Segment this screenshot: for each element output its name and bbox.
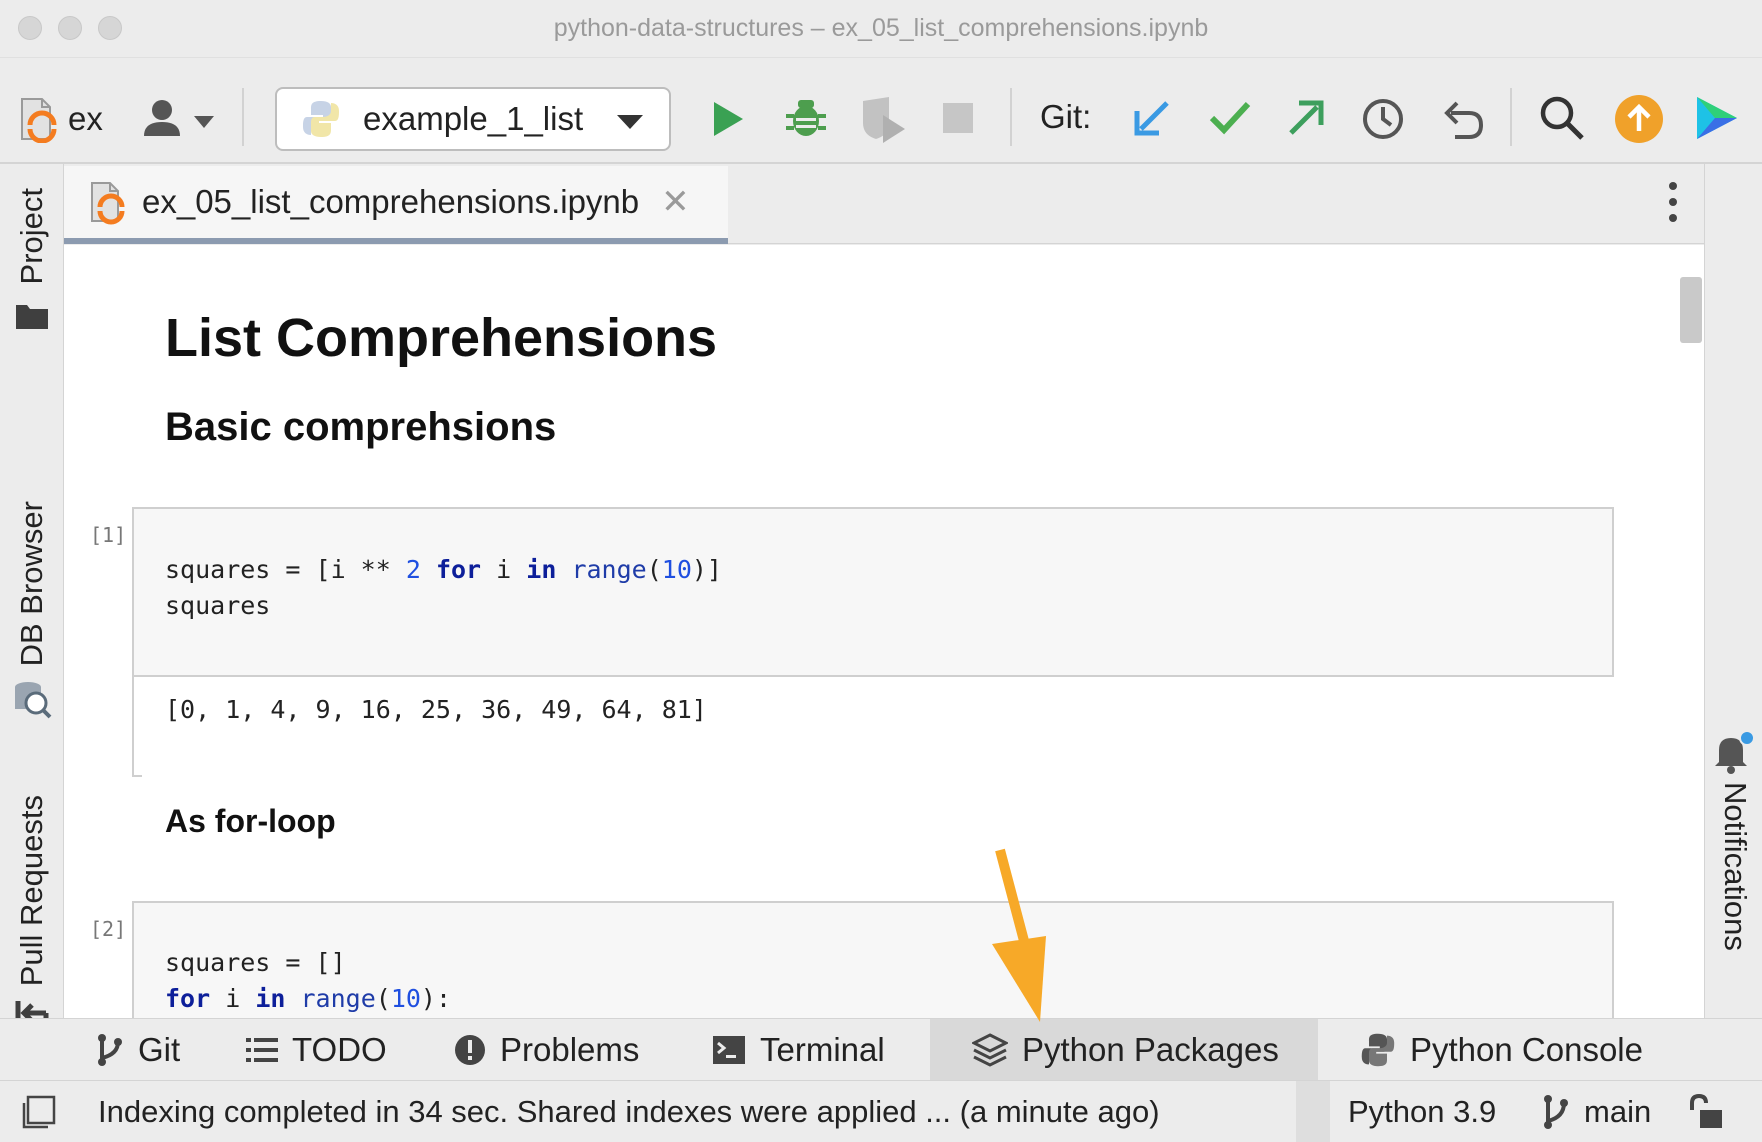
user-icon (144, 100, 214, 136)
git-commit-button[interactable] (1208, 98, 1252, 138)
code-cell-1-output: [0, 1, 4, 9, 16, 25, 36, 49, 64, 81] (165, 695, 707, 724)
stop-button[interactable] (942, 102, 974, 134)
editor-tab-label: ex_05_list_comprehensions.ipynb (142, 183, 640, 220)
window-title: python-data-structures – ex_05_list_comp… (553, 14, 1209, 42)
run-button[interactable] (706, 96, 750, 142)
vertical-scrollbar[interactable] (1680, 277, 1702, 343)
git-label: Git: (1040, 98, 1092, 135)
status-bar: Indexing completed in 34 sec. Shared ind… (0, 1080, 1762, 1142)
tool-window-python-console-label: Python Console (1410, 1031, 1643, 1068)
warning-circle-icon (455, 1035, 485, 1065)
notebook-file-icon (91, 182, 125, 225)
tool-window-git[interactable]: Git (96, 1019, 180, 1081)
tool-tab-pull-requests-label: Pull Requests (14, 795, 49, 987)
project-name: ex (68, 100, 103, 137)
undo-icon (1444, 101, 1484, 139)
markdown-heading-3: As for-loop (165, 803, 336, 839)
interpreter-selector[interactable]: Python 3.9 (1348, 1094, 1496, 1130)
arrow-down-left-icon (1134, 101, 1169, 136)
folder-icon (16, 305, 48, 330)
annotation-arrow-icon (992, 848, 1046, 1022)
project-selector[interactable]: ex (18, 94, 108, 144)
tool-windows-toggle-icon[interactable] (22, 1095, 56, 1129)
code-cell-2-source: squares = [] for i in range(10): (165, 948, 452, 1013)
editor-tab-notebook[interactable]: ex_05_list_comprehensions.ipynb ✕ (64, 166, 728, 244)
main-toolbar: ex example_1_list Git: (0, 58, 1762, 164)
markdown-heading-2: Basic comprehsions (165, 405, 557, 449)
run-configuration-selector[interactable]: example_1_list (275, 87, 671, 151)
cell-execution-count: [2] (90, 917, 127, 941)
tool-tab-notifications[interactable]: Notifications (1717, 782, 1753, 951)
stop-icon (943, 103, 973, 133)
chevron-down-icon (617, 115, 643, 129)
tool-window-problems-label: Problems (500, 1031, 640, 1068)
code-with-me-icon (1697, 97, 1737, 139)
python-console-icon (1361, 1033, 1395, 1067)
tool-window-terminal[interactable]: Terminal (712, 1019, 885, 1081)
coverage-icon (863, 97, 905, 143)
tool-window-problems[interactable]: Problems (454, 1019, 639, 1081)
search-icon (1540, 96, 1584, 140)
git-rollback-button[interactable] (1440, 96, 1486, 142)
git-branch-selector[interactable]: main (1542, 1093, 1651, 1131)
tool-tab-project-label: Project (14, 188, 49, 285)
debug-button[interactable] (782, 94, 830, 142)
tool-window-todo-label: TODO (292, 1031, 387, 1068)
python-icon (303, 101, 339, 137)
markdown-heading-1: List Comprehensions (165, 308, 718, 368)
ide-update-button[interactable] (1614, 94, 1664, 144)
git-branch-icon (1544, 1095, 1568, 1129)
tool-window-python-packages-label: Python Packages (1022, 1031, 1279, 1068)
title-bar: python-data-structures – ex_05_list_comp… (0, 0, 1762, 58)
search-everywhere-button[interactable] (1538, 94, 1586, 142)
notebook-editor[interactable]: List Comprehensions Basic comprehsions [… (64, 245, 1704, 1018)
tool-window-todo[interactable]: TODO (246, 1019, 387, 1081)
status-message[interactable]: Indexing completed in 34 sec. Shared ind… (98, 1094, 1160, 1130)
run-icon (714, 102, 743, 136)
cell-execution-count: [1] (90, 523, 127, 547)
notebook-file-icon (21, 98, 57, 143)
upload-arrow-icon (1615, 95, 1663, 143)
git-push-button[interactable] (1286, 96, 1326, 140)
clock-icon (1363, 99, 1403, 139)
list-icon (246, 1038, 278, 1062)
bell-icon[interactable] (1711, 730, 1755, 774)
git-branch-label: main (1584, 1094, 1652, 1129)
editor-tab-bar: ex_05_list_comprehensions.ipynb ✕ (64, 164, 1704, 244)
terminal-icon (713, 1036, 745, 1064)
git-history-button[interactable] (1360, 96, 1406, 142)
output-gutter (132, 675, 134, 777)
layers-icon (972, 1033, 1008, 1067)
right-tool-strip: Notifications (1704, 164, 1762, 1018)
run-with-coverage-button[interactable] (858, 94, 908, 144)
bug-icon (786, 100, 826, 136)
checkmark-icon (1209, 101, 1251, 135)
account-menu-button[interactable] (138, 96, 218, 142)
tool-window-python-console[interactable]: Python Console (1360, 1019, 1643, 1081)
more-options-icon[interactable] (1668, 182, 1678, 222)
bottom-tool-bar: Git TODO Problems Terminal Python Packag… (0, 1018, 1762, 1081)
code-cell-1-source: squares = [i ** 2 for i in range(10)] sq… (165, 555, 722, 620)
left-tool-strip: Project DB Browser Pull Requests (0, 164, 64, 1031)
git-update-button[interactable] (1132, 96, 1172, 140)
close-icon[interactable]: ✕ (661, 185, 690, 219)
tool-window-git-label: Git (138, 1031, 181, 1068)
tool-tab-db-browser-label: DB Browser (14, 501, 49, 667)
tool-window-terminal-label: Terminal (760, 1031, 885, 1068)
code-with-me-button[interactable] (1694, 94, 1740, 142)
git-branch-icon (98, 1034, 122, 1066)
run-config-label: example_1_list (363, 100, 584, 137)
unlock-icon[interactable] (1688, 1094, 1724, 1130)
arrow-up-right-icon (1289, 100, 1324, 135)
